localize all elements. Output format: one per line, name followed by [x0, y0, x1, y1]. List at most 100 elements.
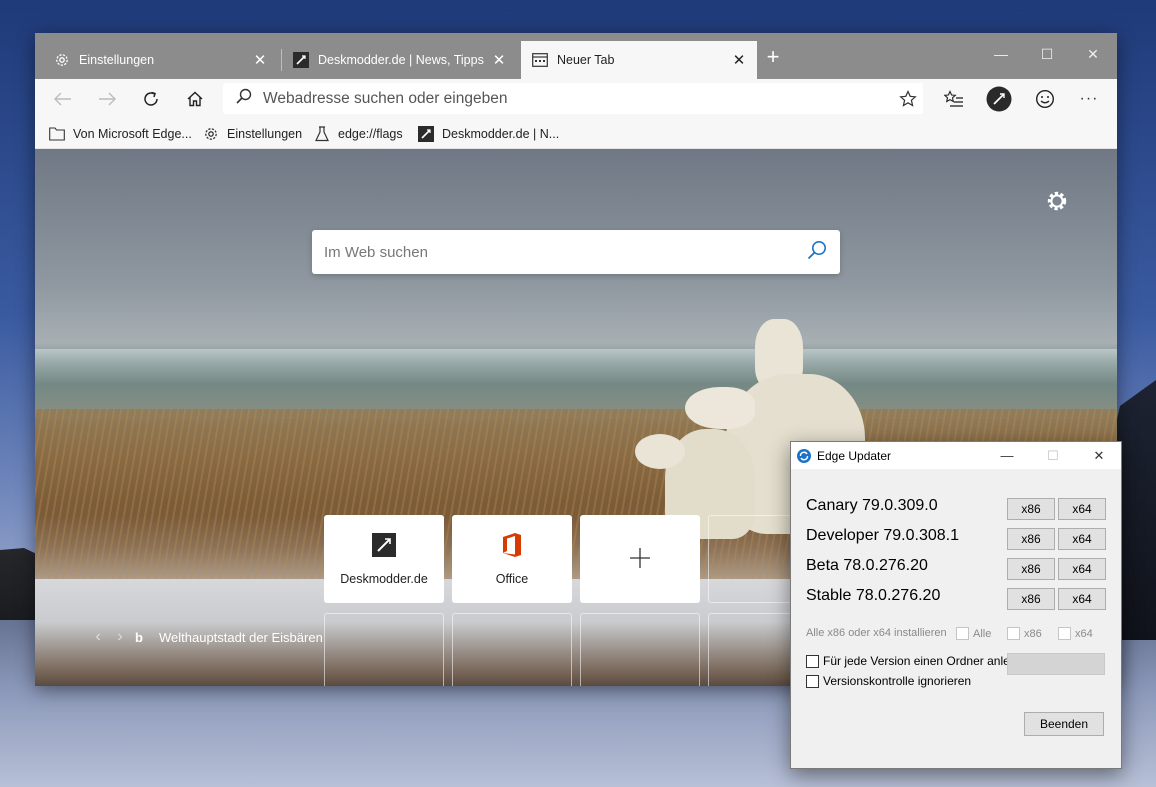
install-x64-checkbox: x64: [1058, 627, 1093, 640]
stable-x64-button[interactable]: x64: [1058, 588, 1106, 610]
home-button[interactable]: [180, 84, 210, 114]
deskmodder-icon: [371, 532, 397, 558]
feedback-button[interactable]: [1030, 84, 1060, 114]
quick-link-label: Deskmodder.de: [340, 572, 428, 586]
favorite-label: Einstellungen: [227, 127, 303, 141]
polar-bear-image: [635, 434, 685, 469]
x86-label: x86: [1024, 627, 1042, 640]
next-image-button[interactable]: ›: [109, 628, 131, 646]
developer-x64-button[interactable]: x64: [1058, 528, 1106, 550]
ignore-version-check-checkbox[interactable]: Versionskontrolle ignorieren: [806, 674, 971, 688]
previous-image-button[interactable]: ‹: [87, 628, 109, 646]
add-icon: [628, 546, 652, 573]
new-tab-button[interactable]: +: [763, 45, 783, 69]
address-placeholder: Webadresse suchen oder eingeben: [263, 89, 508, 107]
office-icon: [499, 532, 525, 558]
developer-x86-button[interactable]: x86: [1007, 528, 1055, 550]
folder-path-field: [1007, 653, 1105, 675]
quit-button[interactable]: Beenden: [1024, 712, 1104, 736]
web-search-box[interactable]: Im Web suchen: [312, 230, 840, 274]
refresh-icon: [144, 91, 158, 106]
all-label: Alle: [973, 627, 992, 640]
favorites-list-icon: [944, 90, 963, 107]
back-button[interactable]: [48, 84, 78, 114]
version-label-stable: Stable 78.0.276.20: [806, 587, 941, 604]
favorite-item[interactable]: edge://flags: [314, 125, 403, 143]
forward-button[interactable]: [92, 84, 122, 114]
checkbox-icon: [1007, 627, 1020, 640]
checkbox-icon[interactable]: [806, 654, 819, 668]
newtab-icon: [531, 51, 549, 69]
address-bar[interactable]: Webadresse suchen oder eingeben: [223, 83, 923, 114]
tab-label: Einstellungen: [79, 53, 155, 67]
empty-tile-slot: [324, 613, 444, 686]
dialog-title: Edge Updater: [817, 448, 892, 463]
extension-button[interactable]: [984, 84, 1014, 114]
version-label-canary: Canary 79.0.309.0: [806, 497, 938, 514]
favorite-label: edge://flags: [338, 127, 403, 141]
deskmodder-icon: [418, 126, 434, 142]
install-x86-checkbox: x86: [1007, 627, 1042, 640]
dialog-minimize-button[interactable]: —: [984, 442, 1030, 469]
dialog-close-button[interactable]: ✕: [1076, 442, 1122, 469]
install-all-checkbox: Alle: [956, 627, 991, 640]
beta-x64-button[interactable]: x64: [1058, 558, 1106, 580]
empty-tile-slot: [580, 613, 700, 686]
folder-per-version-checkbox[interactable]: Für jede Version einen Ordner anlegen: [806, 654, 1030, 668]
ignore-option-label: Versionskontrolle ignorieren: [823, 674, 972, 688]
empty-tile-slot: [452, 613, 572, 686]
page-settings-gear-icon[interactable]: [1045, 189, 1069, 213]
checkbox-icon[interactable]: [806, 674, 819, 688]
minimize-button[interactable]: —: [978, 39, 1024, 69]
checkbox-icon: [956, 627, 969, 640]
add-quick-link-button[interactable]: [580, 515, 700, 603]
deskmodder-icon: [292, 51, 310, 69]
checkbox-icon: [1058, 627, 1071, 640]
image-info-bar: ‹ › b Welthauptstadt der Eisbären: [87, 627, 323, 647]
quick-link-deskmodder[interactable]: Deskmodder.de: [324, 515, 444, 603]
home-icon: [187, 91, 203, 107]
maximize-button[interactable]: ☐: [1024, 39, 1070, 69]
close-icon[interactable]: ✕: [252, 51, 268, 69]
canary-x86-button[interactable]: x86: [1007, 498, 1055, 520]
stable-x86-button[interactable]: x86: [1007, 588, 1055, 610]
canary-x64-button[interactable]: x64: [1058, 498, 1106, 520]
folder-option-label: Für jede Version einen Ordner anlegen: [823, 654, 1030, 668]
dialog-titlebar[interactable]: Edge Updater — ☐ ✕: [791, 442, 1121, 469]
tab-strip: Einstellungen ✕ Deskmodder.de | News, Ti…: [35, 33, 1117, 79]
flask-icon: [314, 126, 330, 142]
arrow-right-icon: [99, 92, 116, 106]
close-icon[interactable]: ✕: [491, 51, 507, 69]
beta-x86-button[interactable]: x86: [1007, 558, 1055, 580]
favorite-label: Von Microsoft Edge...: [73, 127, 192, 141]
refresh-button[interactable]: [136, 84, 166, 114]
favorites-button[interactable]: [939, 84, 969, 114]
tab-deskmodder[interactable]: Deskmodder.de | News, Tipps und ✕: [282, 41, 517, 79]
tab-label: Neuer Tab: [557, 53, 615, 67]
favorite-item[interactable]: Von Microsoft Edge...: [49, 125, 192, 143]
arrow-left-icon: [54, 92, 71, 106]
version-label-beta: Beta 78.0.276.20: [806, 557, 928, 574]
tab-label: Deskmodder.de | News, Tipps und: [318, 53, 485, 67]
favorite-star-icon[interactable]: [893, 89, 923, 108]
install-all-row: Alle x86 oder x64 installieren: [806, 627, 947, 639]
more-menu-button[interactable]: ···: [1074, 84, 1104, 114]
favorite-label: Deskmodder.de | N...: [442, 127, 560, 141]
smiley-icon: [1035, 89, 1055, 109]
favorite-item[interactable]: Einstellungen: [203, 125, 302, 143]
navigation-toolbar: Webadresse suchen oder eingeben ···: [35, 79, 1117, 119]
x64-label: x64: [1075, 627, 1093, 640]
gear-icon: [203, 126, 219, 142]
update-icon: [797, 448, 811, 463]
image-caption[interactable]: Welthauptstadt der Eisbären: [159, 630, 323, 645]
tab-settings[interactable]: Einstellungen ✕: [43, 41, 278, 79]
search-icon[interactable]: [806, 239, 828, 266]
quick-link-office[interactable]: Office: [452, 515, 572, 603]
edge-updater-window: Edge Updater — ☐ ✕ Canary 79.0.309.0 x86…: [790, 441, 1122, 769]
favorite-item[interactable]: Deskmodder.de | N...: [418, 125, 559, 143]
close-window-button[interactable]: ✕: [1070, 39, 1116, 69]
tab-new[interactable]: Neuer Tab ✕: [521, 41, 757, 79]
folder-icon: [49, 126, 65, 142]
close-icon[interactable]: ✕: [731, 51, 747, 69]
version-label-developer: Developer 79.0.308.1: [806, 527, 959, 544]
